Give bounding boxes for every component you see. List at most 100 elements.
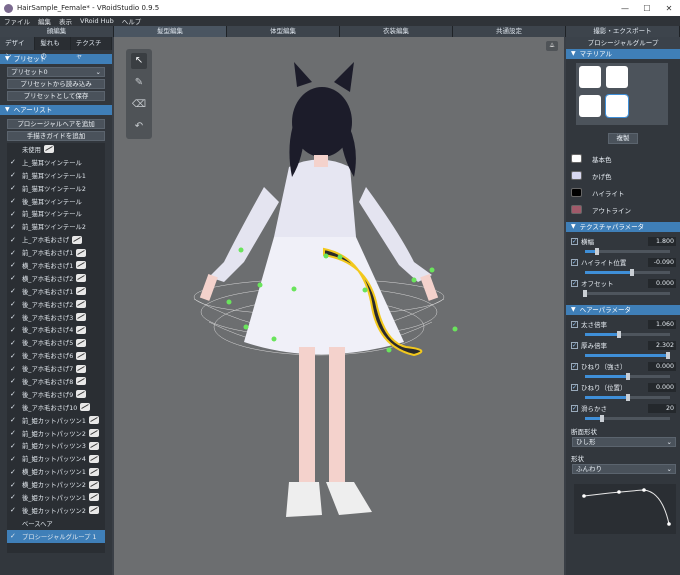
param-value-field[interactable]: 0.000	[648, 382, 676, 392]
hidden-eye-icon[interactable]	[88, 467, 99, 476]
param-value-field[interactable]: 0.000	[648, 278, 676, 288]
hidden-eye-icon[interactable]	[88, 506, 99, 515]
hair-list-item[interactable]: ✓ 後_アホ毛おさげ8	[7, 375, 105, 388]
hair-list-item[interactable]: ✓ 前_姫カットパッツン3	[7, 439, 105, 452]
eraser-tool-icon[interactable]: ⌫	[131, 97, 147, 113]
check-icon[interactable]: ✓	[10, 493, 19, 501]
check-icon[interactable]: ✓	[10, 236, 19, 244]
undo-icon[interactable]: ↶	[131, 119, 147, 135]
checkbox[interactable]: ✓	[571, 362, 578, 370]
hidden-eye-icon[interactable]	[88, 416, 99, 425]
hidden-eye-icon[interactable]	[88, 441, 99, 450]
param-value-field[interactable]: 0.000	[648, 361, 676, 371]
menu-file[interactable]: ファイル	[4, 16, 30, 26]
color-row[interactable]: ハイライト	[566, 184, 680, 201]
check-icon[interactable]: ✓	[10, 468, 19, 476]
param-value-field[interactable]: 2.302	[648, 340, 676, 350]
tab-body[interactable]: 体型編集	[227, 26, 340, 37]
hair-params-header[interactable]: ▼ ヘアーパラメータ	[566, 305, 680, 315]
check-icon[interactable]: ✓	[10, 274, 19, 282]
hair-list-item[interactable]: ✓ 後_姫カットパッツン2	[7, 504, 105, 517]
subtab-design[interactable]: デザイン	[0, 37, 36, 60]
slider-knob[interactable]	[625, 394, 630, 401]
check-icon[interactable]: ✓	[10, 210, 19, 218]
hair-list-item[interactable]: ✓ 後_姫カットパッツン1	[7, 491, 105, 504]
color-swatch[interactable]	[571, 171, 582, 180]
checkbox[interactable]: ✓	[571, 237, 578, 245]
maximize-button[interactable]: ☐	[636, 4, 658, 13]
hidden-eye-icon[interactable]	[76, 364, 87, 373]
hair-list-item[interactable]: ✓ 後_アホ毛おさげ1	[7, 285, 105, 298]
add-guide-button[interactable]: 手描きガイドを追加	[7, 131, 105, 141]
hair-list-item[interactable]: ✓ 前_姫カットパッツン1	[7, 414, 105, 427]
hair-list-item[interactable]: ✓ 後_アホ毛おさげ10	[7, 401, 105, 414]
hair-list-item[interactable]: ✓ 前_猫耳ツインテール2	[7, 220, 105, 233]
hair-list-item[interactable]: ベースヘア	[7, 517, 105, 530]
hair-list-item[interactable]: ✓ 後_アホ毛おさげ9	[7, 388, 105, 401]
check-icon[interactable]: ✓	[10, 197, 19, 205]
color-swatch[interactable]	[571, 154, 582, 163]
checkbox[interactable]: ✓	[571, 341, 578, 349]
param-slider[interactable]	[585, 269, 670, 276]
color-row[interactable]: 基本色	[566, 150, 680, 167]
check-icon[interactable]: ✓	[10, 429, 19, 437]
param-slider[interactable]	[585, 248, 670, 255]
tab-face[interactable]: 顔編集	[0, 26, 114, 37]
hidden-eye-icon[interactable]	[76, 261, 87, 270]
material-slot-1[interactable]	[579, 66, 601, 88]
slider-knob[interactable]	[583, 290, 587, 297]
hidden-eye-icon[interactable]	[76, 274, 87, 283]
hair-list-item[interactable]: ✓ 横_アホ毛おさげ1	[7, 259, 105, 272]
hidden-eye-icon[interactable]	[88, 493, 99, 502]
hair-list-item[interactable]: ✓ 前_猫耳ツインテール2	[7, 182, 105, 195]
checkbox[interactable]: ✓	[571, 383, 578, 391]
menu-view[interactable]: 表示	[59, 16, 72, 26]
check-icon[interactable]: ✓	[10, 352, 19, 360]
hair-list-item[interactable]: ✓ 前_猫耳ツインテール1	[7, 169, 105, 182]
checkbox[interactable]: ✓	[571, 279, 578, 287]
hidden-eye-icon[interactable]	[80, 403, 91, 412]
hidden-eye-icon[interactable]	[72, 235, 83, 244]
color-swatch[interactable]	[571, 188, 582, 197]
hair-list-item[interactable]: ✓ 前_猫耳ツインテール	[7, 207, 105, 220]
shape-select[interactable]: ふんわり ⌄	[572, 464, 676, 474]
hair-list-item[interactable]: ✓ 後_アホ毛おさげ6	[7, 349, 105, 362]
check-icon[interactable]: ✓	[10, 326, 19, 334]
hidden-eye-icon[interactable]	[43, 145, 54, 154]
hidden-eye-icon[interactable]	[76, 325, 87, 334]
subtab-texture[interactable]: テクスチャ	[71, 37, 112, 60]
hidden-eye-icon[interactable]	[76, 248, 87, 257]
param-slider[interactable]	[585, 331, 670, 338]
check-icon[interactable]: ✓	[10, 377, 19, 385]
hair-list-item[interactable]: ✓ プロシージャルグループ 1	[7, 529, 105, 543]
check-icon[interactable]: ✓	[10, 416, 19, 424]
hair-list-item[interactable]: ✓ 前_姫カットパッツン4	[7, 452, 105, 465]
color-swatch[interactable]	[571, 205, 582, 214]
hair-list-item[interactable]: ✓ 後_アホ毛おさげ5	[7, 336, 105, 349]
menu-edit[interactable]: 編集	[38, 16, 51, 26]
slider-knob[interactable]	[617, 331, 621, 338]
slider-knob[interactable]	[666, 352, 671, 359]
check-icon[interactable]: ✓	[10, 313, 19, 321]
hidden-eye-icon[interactable]	[88, 454, 99, 463]
hair-list-item[interactable]: ✓ 前_アホ毛おさげ1	[7, 246, 105, 259]
check-icon[interactable]: ✓	[10, 455, 19, 463]
checkbox[interactable]: ✓	[571, 404, 578, 412]
checkbox[interactable]: ✓	[571, 320, 578, 328]
hair-list-item[interactable]: 未使用	[7, 143, 105, 156]
param-slider[interactable]	[583, 290, 670, 297]
check-icon[interactable]: ✓	[10, 261, 19, 269]
param-slider[interactable]	[585, 415, 670, 422]
param-value-field[interactable]: -0.090	[648, 257, 676, 267]
hair-list-item[interactable]: ✓ 横_姫カットパッツン1	[7, 465, 105, 478]
section-shape-select[interactable]: ひし形 ⌄	[572, 437, 676, 447]
hair-list-item[interactable]: ✓ 後_アホ毛おさげ3	[7, 311, 105, 324]
preset-select[interactable]: プリセット0 ⌄	[7, 67, 105, 77]
hair-list-item[interactable]: ✓ 後_アホ毛おさげ2	[7, 298, 105, 311]
param-value-field[interactable]: 1.060	[648, 319, 676, 329]
hidden-eye-icon[interactable]	[76, 338, 87, 347]
hidden-eye-icon[interactable]	[88, 429, 99, 438]
param-slider[interactable]	[585, 352, 671, 359]
material-slot-3[interactable]	[579, 95, 601, 117]
hidden-eye-icon[interactable]	[76, 300, 87, 309]
